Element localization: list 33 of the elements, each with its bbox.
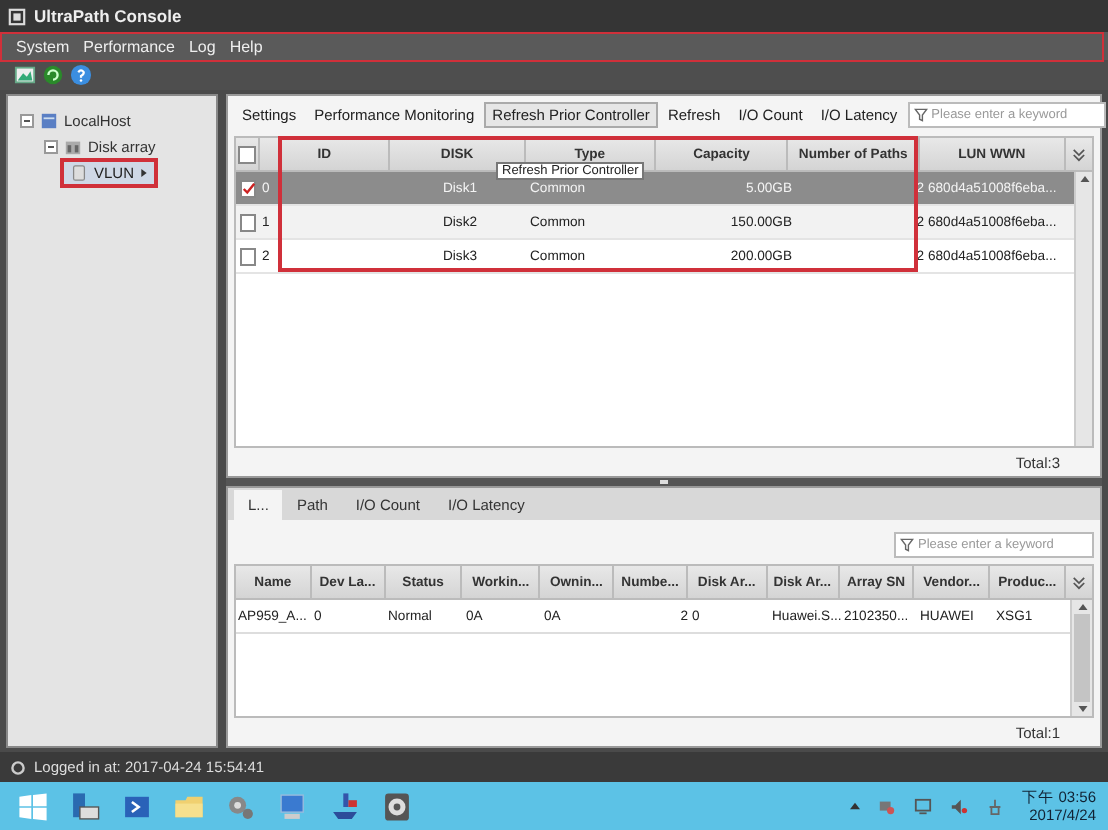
caret-icon[interactable]	[850, 802, 861, 810]
window-title: UltraPath Console	[34, 6, 182, 26]
server-icon[interactable]	[68, 789, 102, 823]
header-checkbox[interactable]	[238, 145, 256, 163]
row-checkbox[interactable]	[240, 179, 256, 197]
menu-item[interactable]: Log	[188, 37, 216, 55]
image-icon[interactable]	[14, 64, 36, 86]
collapse-toggle[interactable]	[44, 140, 58, 154]
arrow-icon	[140, 168, 149, 178]
filter-icon	[900, 538, 914, 552]
scroll-down-icon[interactable]	[1077, 706, 1087, 712]
collapse-toggle[interactable]	[20, 114, 34, 128]
server-icon	[40, 112, 58, 130]
row-checkbox[interactable]	[240, 213, 256, 231]
monitor-icon[interactable]	[276, 789, 310, 823]
scrollbar[interactable]	[1074, 172, 1092, 446]
monitor-icon[interactable]	[914, 797, 933, 815]
gear-icon	[10, 759, 26, 775]
row-checkbox[interactable]	[240, 247, 256, 265]
speaker-icon[interactable]	[950, 797, 969, 815]
filter-icon	[913, 108, 928, 122]
scrollbar[interactable]	[1070, 600, 1092, 716]
app-icon	[8, 7, 26, 25]
refresh-icon[interactable]	[42, 64, 64, 86]
disk-array-icon	[64, 138, 82, 156]
column-menu-icon[interactable]	[1072, 147, 1086, 161]
scroll-up-icon[interactable]	[1079, 176, 1089, 182]
scroll-up-icon[interactable]	[1077, 604, 1087, 610]
menu-item[interactable]: Help	[229, 37, 263, 55]
menu-item[interactable]: Performance	[83, 37, 175, 55]
column-menu-icon[interactable]	[1072, 575, 1087, 589]
menu-item[interactable]: System	[16, 37, 70, 55]
help-icon[interactable]	[70, 64, 92, 86]
